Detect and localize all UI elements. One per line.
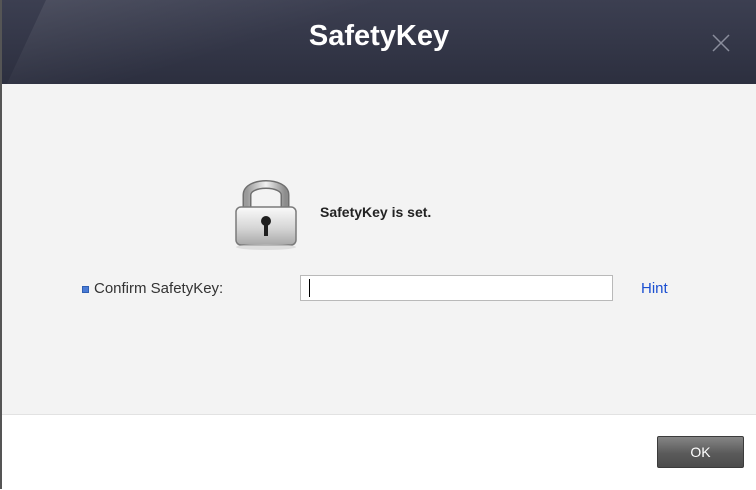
- dialog-title: SafetyKey: [308, 20, 450, 52]
- confirm-safetykey-label: Confirm SafetyKey:: [94, 280, 224, 297]
- square-bullet-icon: [82, 286, 89, 293]
- close-button[interactable]: [710, 32, 732, 54]
- ok-button[interactable]: OK: [657, 436, 744, 468]
- title-bar: SafetyKey: [2, 0, 756, 84]
- hint-link[interactable]: Hint: [641, 280, 668, 297]
- confirm-safetykey-input[interactable]: [300, 275, 613, 301]
- dialog-content: [2, 84, 756, 414]
- dialog-footer: [2, 414, 756, 490]
- text-caret: [309, 279, 310, 297]
- status-message: SafetyKey is set.: [320, 204, 432, 220]
- close-icon: [712, 34, 730, 52]
- safetykey-dialog: SafetyKey SafetyKey is set. Confirm Safe…: [0, 0, 756, 490]
- padlock-icon: [235, 180, 297, 250]
